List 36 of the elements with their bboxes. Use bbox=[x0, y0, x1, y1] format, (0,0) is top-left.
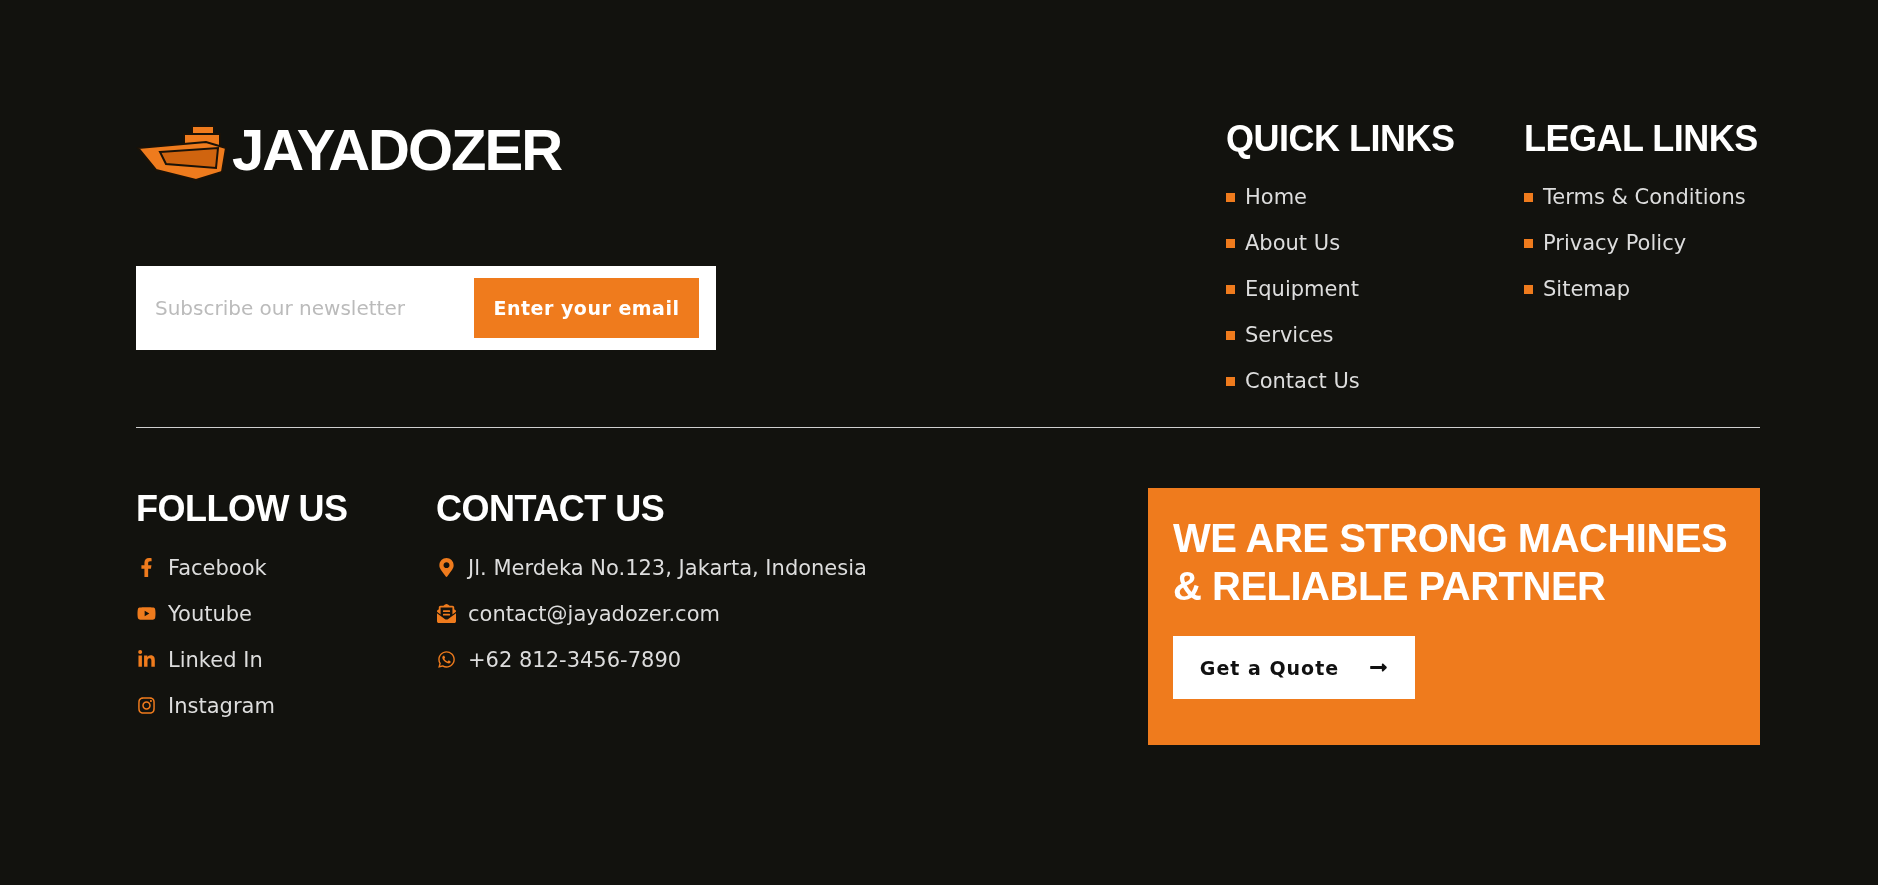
bullet-icon bbox=[1524, 192, 1533, 202]
social-link[interactable]: Instagram bbox=[168, 689, 275, 722]
bullet-icon bbox=[1226, 376, 1235, 386]
contact-detail: contact@jayadozer.com bbox=[468, 600, 720, 628]
footer-link[interactable]: Privacy Policy bbox=[1543, 227, 1687, 260]
column-heading: QUICK LINKS bbox=[1226, 118, 1455, 160]
social-link[interactable]: Linked In bbox=[168, 643, 263, 676]
bullet-icon bbox=[1524, 238, 1533, 248]
contact-detail: +62 812-3456-7890 bbox=[468, 646, 682, 674]
phone-chat-icon bbox=[436, 650, 456, 670]
bullet-icon bbox=[1226, 284, 1235, 294]
linkedin-icon bbox=[136, 650, 156, 670]
footer-link[interactable]: Sitemap bbox=[1543, 273, 1630, 306]
bullet-icon bbox=[1524, 284, 1533, 294]
bullet-icon bbox=[1226, 192, 1235, 202]
column-heading: LEGAL LINKS bbox=[1524, 118, 1758, 160]
footer-link[interactable]: Contact Us bbox=[1245, 365, 1360, 398]
footer-link[interactable]: Terms & Conditions bbox=[1543, 181, 1746, 214]
envelope-icon bbox=[436, 604, 456, 624]
contact-detail: Jl. Merdeka No.123, Jakarta, Indonesia bbox=[468, 554, 867, 582]
social-link[interactable]: Youtube bbox=[168, 597, 252, 630]
newsletter-field[interactable]: Subscribe our newsletter bbox=[153, 295, 457, 321]
footer-link[interactable]: Services bbox=[1245, 319, 1334, 352]
footer-link[interactable]: About Us bbox=[1245, 227, 1341, 260]
footer-link[interactable]: Equipment bbox=[1245, 273, 1359, 306]
get-quote-button[interactable]: Get a Quote bbox=[1173, 636, 1415, 700]
instagram-icon bbox=[136, 696, 156, 716]
bullet-icon bbox=[1226, 238, 1235, 248]
footer-link[interactable]: Home bbox=[1245, 181, 1307, 214]
social-link[interactable]: Facebook bbox=[168, 551, 267, 584]
column-heading: FOLLOW US bbox=[136, 488, 348, 530]
location-pin-icon bbox=[436, 558, 456, 578]
column-heading: CONTACT US bbox=[436, 488, 665, 530]
brand-logo-text: JAYADOZER bbox=[232, 121, 562, 179]
cta-headline: WE ARE STRONG MACHINES & RELIABLE PARTNER bbox=[1173, 515, 1729, 611]
bullet-icon bbox=[1226, 330, 1235, 340]
